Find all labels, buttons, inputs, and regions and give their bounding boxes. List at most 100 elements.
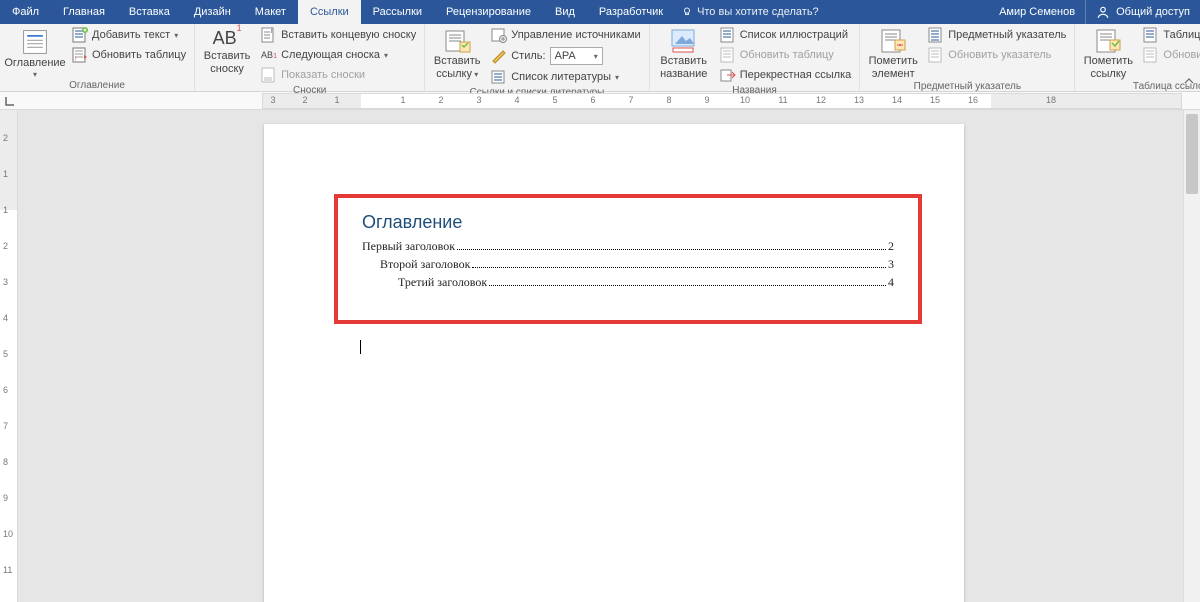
tab-insert[interactable]: Вставка [117, 0, 182, 24]
toc-entry[interactable]: Второй заголовок 3 [362, 257, 894, 272]
share-icon [1096, 5, 1110, 19]
toc-button-label: Оглавление [4, 57, 65, 69]
insert-citation-button[interactable]: Вставить ссылку ▾ [431, 26, 483, 81]
ruler-number: 2 [302, 95, 307, 105]
update-toc-button[interactable]: ! Обновить таблицу [70, 46, 188, 64]
ruler-number: 2 [438, 95, 443, 105]
update-figures-button[interactable]: Обновить таблицу [718, 46, 854, 64]
ruler-number: 9 [3, 493, 8, 503]
insert-footnote-button[interactable]: AB1 Вставить сноску [201, 26, 253, 75]
cross-reference-button[interactable]: Перекрестная ссылка [718, 66, 854, 84]
toc-entry-text: Первый заголовок [362, 239, 455, 254]
vertical-ruler[interactable]: 21123456789101112 [0, 110, 18, 602]
manage-sources-button[interactable]: Управление источниками [489, 26, 642, 44]
insert-citation-label-2: ссылку [436, 68, 472, 80]
citation-style-row: Стиль: APA ▾ [489, 46, 642, 66]
update-index-icon [928, 47, 944, 63]
manage-sources-label: Управление источниками [511, 29, 640, 41]
insert-toa-icon [1143, 27, 1159, 43]
style-icon [491, 48, 507, 64]
document-canvas[interactable]: Оглавление Первый заголовок 2Второй заго… [18, 110, 1183, 602]
cross-reference-icon [720, 67, 736, 83]
toc-entry[interactable]: Первый заголовок 2 [362, 239, 894, 254]
chevron-down-icon: ▾ [594, 52, 598, 61]
citation-style-value: APA [555, 50, 576, 62]
table-of-figures-button[interactable]: Список иллюстраций [718, 26, 854, 44]
caption-icon [670, 28, 698, 54]
update-toc-label: Обновить таблицу [92, 49, 186, 61]
tab-view[interactable]: Вид [543, 0, 587, 24]
citation-style-select[interactable]: APA ▾ [550, 47, 603, 65]
toc-entry-text: Третий заголовок [398, 275, 487, 290]
tab-developer[interactable]: Разработчик [587, 0, 675, 24]
tab-layout[interactable]: Макет [243, 0, 298, 24]
footnote-icon: AB1 [213, 28, 242, 49]
horizontal-ruler[interactable]: 3211234567891011121314151618 [262, 93, 1182, 109]
ruler-number: 16 [968, 95, 978, 105]
group-index: Пометить элемент Предметный указатель Об… [860, 24, 1075, 91]
group-footnotes: AB1 Вставить сноску i Вставить концевую … [195, 24, 425, 91]
ribbon: Оглавление ▾ Добавить текст ▾ ! Обновить… [0, 24, 1200, 92]
chevron-down-icon: ▾ [174, 31, 178, 40]
insert-caption-label-1: Вставить [660, 55, 707, 67]
ruler-number: 1 [3, 205, 8, 215]
mark-entry-icon [879, 28, 907, 54]
toc-leader-dots [472, 267, 886, 268]
collapse-ribbon-button[interactable] [1182, 74, 1196, 88]
tab-mailings[interactable]: Рассылки [361, 0, 434, 24]
tab-review[interactable]: Рецензирование [434, 0, 543, 24]
toc-button[interactable]: Оглавление ▾ [6, 26, 64, 79]
toc-leader-dots [489, 285, 886, 286]
title-tabs-bar: Файл Главная Вставка Дизайн Макет Ссылки… [0, 0, 1200, 24]
add-text-button[interactable]: Добавить текст ▾ [70, 26, 188, 44]
next-footnote-button[interactable]: AB1 Следующая сноска ▾ [259, 46, 418, 64]
chevron-down-icon: ▾ [33, 70, 37, 79]
ruler-number: 9 [704, 95, 709, 105]
share-button[interactable]: Общий доступ [1085, 0, 1200, 24]
show-notes-icon [261, 67, 277, 83]
vertical-scrollbar[interactable] [1183, 110, 1200, 602]
group-toc-label: Оглавление [6, 79, 188, 93]
chevron-down-icon: ▾ [384, 51, 388, 60]
ruler-number: 2 [3, 241, 8, 251]
ruler-number: 1 [3, 169, 8, 179]
tab-home[interactable]: Главная [51, 0, 117, 24]
cross-reference-label: Перекрестная ссылка [740, 69, 852, 81]
share-label: Общий доступ [1116, 6, 1190, 18]
endnote-icon: i [261, 27, 277, 43]
update-toa-icon [1143, 47, 1159, 63]
tell-me-search[interactable]: Что вы хотите сделать? [681, 6, 819, 18]
update-toa-label: Обновить таблицу [1163, 49, 1200, 61]
bibliography-button[interactable]: Список литературы ▾ [489, 68, 642, 86]
update-toa-button[interactable]: Обновить таблицу [1141, 46, 1200, 64]
ruler-number: 3 [270, 95, 275, 105]
insert-citation-label-1: Вставить [434, 55, 481, 67]
insert-toa-button[interactable]: Таблица ссылок [1141, 26, 1200, 44]
table-of-figures-icon [720, 27, 736, 43]
ruler-number: 13 [854, 95, 864, 105]
chevron-down-icon: ▾ [472, 70, 478, 79]
tab-design[interactable]: Дизайн [182, 0, 243, 24]
tab-file[interactable]: Файл [0, 0, 51, 24]
insert-endnote-button[interactable]: i Вставить концевую сноску [259, 26, 418, 44]
ruler-number: 6 [590, 95, 595, 105]
toc-entry-text: Второй заголовок [380, 257, 470, 272]
update-index-button[interactable]: Обновить указатель [926, 46, 1068, 64]
user-name[interactable]: Амир Семенов [989, 6, 1085, 18]
insert-caption-button[interactable]: Вставить название [656, 26, 712, 80]
tab-selector[interactable] [2, 93, 18, 109]
insert-index-button[interactable]: Предметный указатель [926, 26, 1068, 44]
mark-entry-button[interactable]: Пометить элемент [866, 26, 920, 80]
style-label: Стиль: [511, 50, 545, 62]
toc-entry-page: 4 [888, 275, 894, 290]
mark-entry-label-1: Пометить [869, 55, 918, 67]
scrollbar-thumb[interactable] [1186, 114, 1198, 194]
tab-references[interactable]: Ссылки [298, 0, 361, 24]
ruler-number: 1 [400, 95, 405, 105]
insert-index-icon [928, 27, 944, 43]
mark-citation-button[interactable]: Пометить ссылку [1081, 26, 1135, 80]
show-notes-button[interactable]: Показать сноски [259, 66, 418, 84]
toc-entry[interactable]: Третий заголовок 4 [362, 275, 894, 290]
ruler-number: 2 [3, 133, 8, 143]
ruler-number: 4 [514, 95, 519, 105]
